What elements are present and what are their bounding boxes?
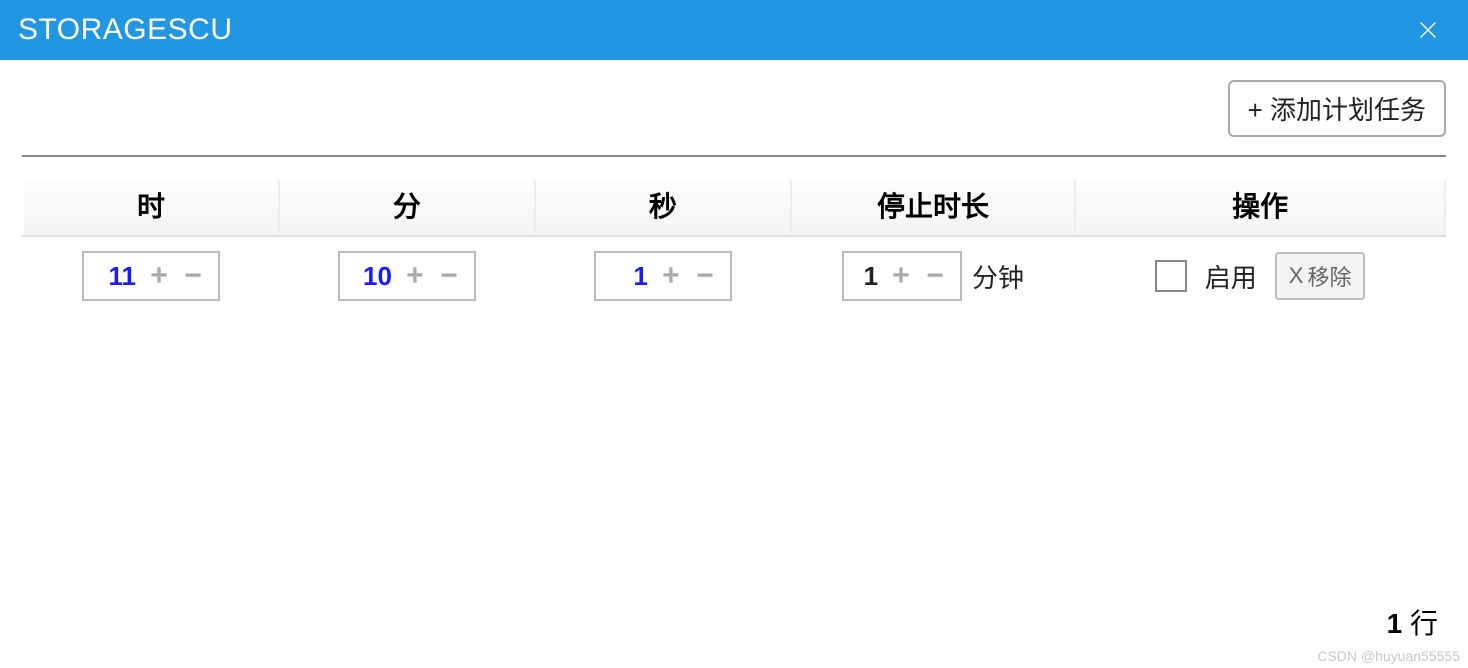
header-second: 秒 bbox=[535, 179, 791, 236]
hour-value: 11 bbox=[84, 261, 142, 292]
stop-duration-unit: 分钟 bbox=[972, 258, 1024, 295]
content-area: + 添加计划任务 时 分 秒 停止时长 操作 11 + − bbox=[0, 60, 1468, 311]
header-minute: 分 bbox=[279, 179, 535, 236]
stop-duration-stepper[interactable]: 1 + − bbox=[842, 251, 962, 301]
second-stepper[interactable]: 1 + − bbox=[594, 251, 732, 301]
plus-icon[interactable]: + bbox=[398, 261, 432, 291]
row-count-footer: 1 行 bbox=[1387, 602, 1438, 642]
minus-icon[interactable]: − bbox=[432, 261, 466, 291]
schedule-table: 时 分 秒 停止时长 操作 11 + − 10 bbox=[22, 179, 1446, 311]
header-hour: 时 bbox=[23, 179, 279, 236]
titlebar: STORAGESCU bbox=[0, 0, 1468, 60]
plus-icon[interactable]: + bbox=[884, 261, 918, 291]
divider bbox=[22, 155, 1446, 157]
minute-value: 10 bbox=[340, 261, 398, 292]
row-count-value: 1 bbox=[1387, 608, 1403, 639]
add-schedule-button[interactable]: + 添加计划任务 bbox=[1228, 80, 1446, 137]
toolbar: + 添加计划任务 bbox=[22, 80, 1446, 137]
remove-button[interactable]: X 移除 bbox=[1275, 252, 1366, 300]
minute-stepper[interactable]: 10 + − bbox=[338, 251, 476, 301]
enable-label: 启用 bbox=[1205, 258, 1257, 295]
plus-icon[interactable]: + bbox=[654, 261, 688, 291]
window-title: STORAGESCU bbox=[18, 13, 233, 47]
stop-duration-value: 1 bbox=[844, 261, 884, 292]
minus-icon[interactable]: − bbox=[688, 261, 722, 291]
minus-icon[interactable]: − bbox=[176, 261, 210, 291]
x-icon: X bbox=[1289, 263, 1304, 289]
row-count-unit: 行 bbox=[1410, 608, 1438, 639]
header-actions: 操作 bbox=[1075, 179, 1445, 236]
second-value: 1 bbox=[596, 261, 654, 292]
enable-checkbox[interactable] bbox=[1155, 260, 1187, 292]
close-icon bbox=[1417, 19, 1439, 41]
close-button[interactable] bbox=[1408, 10, 1448, 50]
hour-stepper[interactable]: 11 + − bbox=[82, 251, 220, 301]
minus-icon[interactable]: − bbox=[918, 261, 952, 291]
header-stop-duration: 停止时长 bbox=[791, 179, 1075, 236]
plus-icon[interactable]: + bbox=[142, 261, 176, 291]
remove-label: 移除 bbox=[1307, 260, 1351, 292]
watermark: CSDN @huyuan55555 bbox=[1317, 648, 1460, 664]
table-row: 11 + − 10 + − 1 + − bbox=[23, 236, 1445, 311]
